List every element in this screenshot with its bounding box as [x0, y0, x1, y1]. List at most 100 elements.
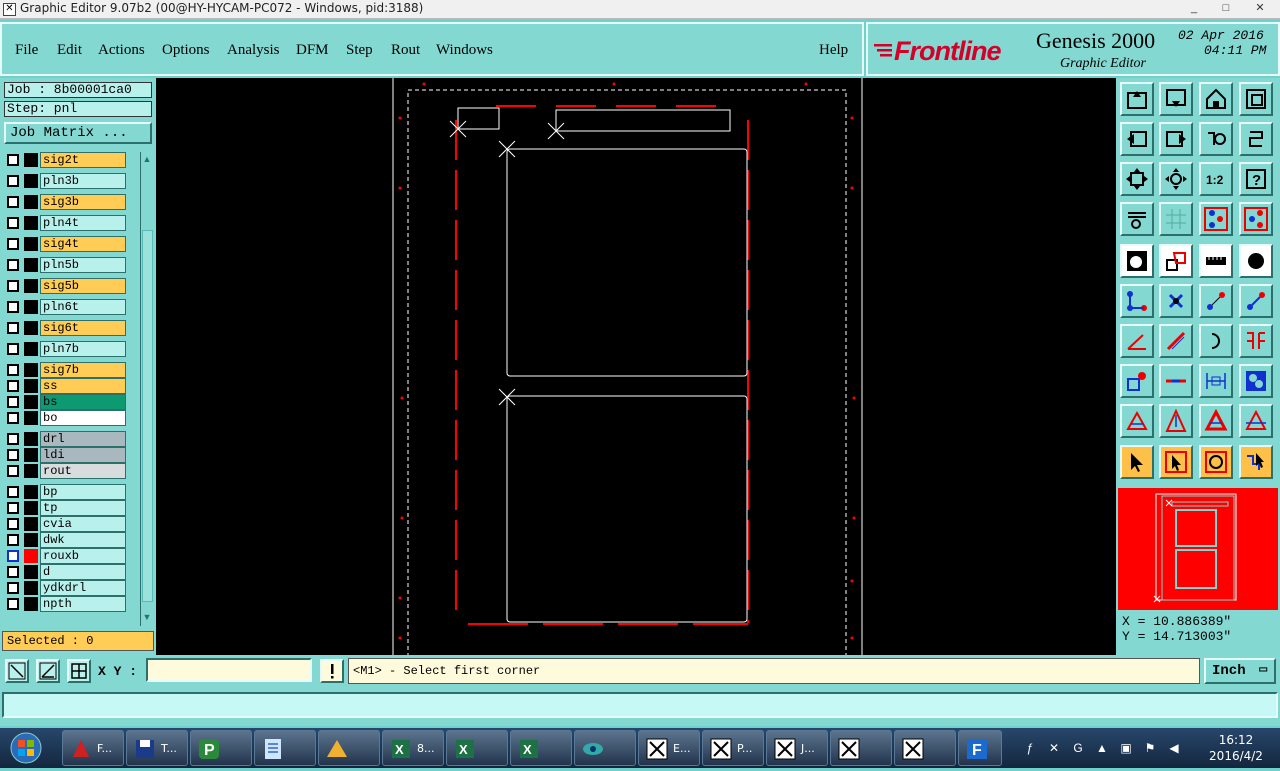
layer-name[interactable]: dwk — [40, 532, 126, 548]
taskbar-app-excel-1[interactable]: X 8... — [382, 730, 444, 766]
menu-file[interactable]: File — [15, 42, 38, 59]
select-pointer-icon[interactable] — [1120, 445, 1154, 479]
scroll-thumb[interactable] — [142, 230, 153, 602]
start-button[interactable] — [4, 730, 48, 766]
layer-name[interactable]: rout — [40, 463, 126, 479]
scale-1to2-tool[interactable]: 1:2 — [1199, 162, 1233, 196]
taskbar-app-genesis-4[interactable] — [830, 730, 892, 766]
layer-name[interactable]: ss — [40, 378, 126, 394]
menu-help[interactable]: Help — [819, 42, 848, 59]
taskbar-app-eye[interactable] — [574, 730, 636, 766]
zoom-center-tool[interactable] — [1159, 162, 1193, 196]
scroll-down-icon[interactable]: ▼ — [142, 612, 152, 622]
layer-row-ydkdrl[interactable]: ydkdrl — [4, 580, 126, 596]
layer-name[interactable]: bp — [40, 484, 126, 500]
tray-triangle-icon[interactable]: ▲ — [1094, 740, 1110, 756]
arc-tool[interactable] — [1199, 324, 1233, 358]
layer-name[interactable]: ydkdrl — [40, 580, 126, 596]
layer-name[interactable]: sig3b — [40, 194, 126, 210]
layer-row-pln3b[interactable]: pln3b — [4, 173, 126, 189]
triangle-up-tool[interactable] — [1159, 404, 1193, 438]
layer-checkbox[interactable] — [7, 322, 19, 334]
taskbar-app-notepad[interactable] — [254, 730, 316, 766]
layer-row-drl[interactable]: drl — [4, 431, 126, 447]
close-button[interactable]: ✕ — [1246, 0, 1274, 16]
grid-tool[interactable] — [1159, 202, 1193, 236]
ruler-tool[interactable] — [1199, 244, 1233, 278]
overview-map[interactable] — [1118, 488, 1278, 610]
layer-color-swatch[interactable] — [24, 411, 38, 425]
layer-color-swatch[interactable] — [24, 533, 38, 547]
layer-row-dwk[interactable]: dwk — [4, 532, 126, 548]
layer-name[interactable]: pln4t — [40, 215, 126, 231]
layer-checkbox[interactable] — [7, 154, 19, 166]
layer-row-sig4t[interactable]: sig4t — [4, 236, 126, 252]
tray-x-icon[interactable]: ✕ — [1046, 740, 1062, 756]
menu-windows[interactable]: Windows — [436, 42, 493, 59]
layer-row-npth[interactable]: npth — [4, 596, 126, 612]
shape-group-tool[interactable] — [1239, 364, 1273, 398]
net-highlight-tool[interactable] — [1239, 202, 1273, 236]
layer-color-swatch[interactable] — [24, 379, 38, 393]
pad-snap-tool[interactable] — [1120, 364, 1154, 398]
select-net-tool[interactable] — [1239, 445, 1273, 479]
layer-row-d[interactable]: d — [4, 564, 126, 580]
mirror-tool[interactable] — [1239, 324, 1273, 358]
layer-row-sig3b[interactable]: sig3b — [4, 194, 126, 210]
taskbar-app-shell[interactable] — [318, 730, 380, 766]
taskbar-app-genesis-j[interactable]: J... — [766, 730, 828, 766]
layer-checkbox[interactable] — [7, 396, 19, 408]
exclamation-icon[interactable] — [320, 659, 344, 683]
layer-checkbox[interactable] — [7, 449, 19, 461]
layer-name[interactable]: ldi — [40, 447, 126, 463]
menu-dfm[interactable]: DFM — [296, 42, 329, 59]
menu-options[interactable]: Options — [162, 42, 210, 59]
layer-color-swatch[interactable] — [24, 485, 38, 499]
layer-checkbox[interactable] — [7, 412, 19, 424]
move-feature-tool[interactable] — [1199, 284, 1233, 318]
layer-row-pln7b[interactable]: pln7b — [4, 341, 126, 357]
layer-row-sig6t[interactable]: sig6t — [4, 320, 126, 336]
select-box-tool[interactable] — [1159, 445, 1193, 479]
layer-checkbox[interactable] — [7, 598, 19, 610]
zoom-fit-tool[interactable] — [1120, 162, 1154, 196]
layer-color-swatch[interactable] — [24, 195, 38, 209]
layer-color-swatch[interactable] — [24, 216, 38, 230]
pan-right-tool[interactable] — [1159, 122, 1193, 156]
window-zoom-tool[interactable] — [1239, 82, 1273, 116]
layer-name[interactable]: pln6t — [40, 299, 126, 315]
job-matrix-button[interactable]: Job Matrix ... — [4, 122, 152, 144]
layer-color-swatch[interactable] — [24, 279, 38, 293]
triangle-tool[interactable] — [1120, 404, 1154, 438]
layer-color-swatch[interactable] — [24, 174, 38, 188]
layer-color-swatch[interactable] — [24, 395, 38, 409]
layer-row-ldi[interactable]: ldi — [4, 447, 126, 463]
taskbar-app-genesis-e[interactable]: E... — [638, 730, 700, 766]
net-connect-tool[interactable] — [1199, 202, 1233, 236]
pad-add-tool[interactable] — [1120, 244, 1154, 278]
layer-name[interactable]: pln3b — [40, 173, 126, 189]
undo-zoom-tool[interactable] — [1199, 122, 1233, 156]
menu-edit[interactable]: Edit — [57, 42, 82, 59]
trim-line-tool[interactable] — [1159, 364, 1193, 398]
layer-color-swatch[interactable] — [24, 597, 38, 611]
layer-checkbox[interactable] — [7, 364, 19, 376]
layer-checkbox[interactable] — [7, 550, 19, 562]
taskbar-app-p[interactable]: P — [190, 730, 252, 766]
diagonal-line-tool[interactable] — [1159, 324, 1193, 358]
layer-checkbox[interactable] — [7, 502, 19, 514]
minimize-button[interactable]: _ — [1180, 0, 1208, 16]
layer-checkbox[interactable] — [7, 518, 19, 530]
layer-checkbox[interactable] — [7, 582, 19, 594]
menu-actions[interactable]: Actions — [98, 42, 145, 59]
grid-snap-icon[interactable] — [67, 659, 91, 683]
layer-row-bp[interactable]: bp — [4, 484, 126, 500]
layer-row-bo[interactable]: bo — [4, 410, 126, 426]
delete-feature-tool[interactable] — [1159, 284, 1193, 318]
triangle-scale-tool[interactable] — [1199, 404, 1233, 438]
system-clock[interactable]: 16:12 2016/4/2 — [1196, 732, 1276, 764]
layer-name[interactable]: bs — [40, 394, 126, 410]
maximize-button[interactable]: □ — [1212, 0, 1240, 16]
layer-color-swatch[interactable] — [24, 581, 38, 595]
layer-name[interactable]: sig7b — [40, 362, 126, 378]
